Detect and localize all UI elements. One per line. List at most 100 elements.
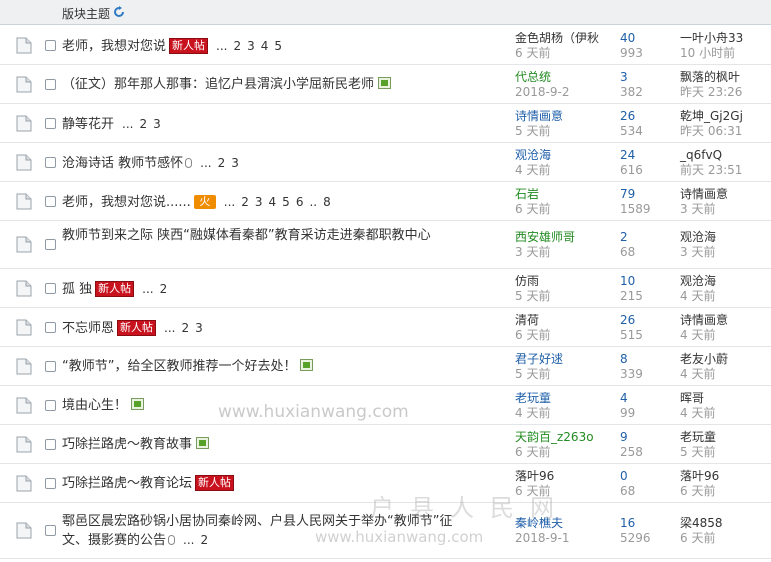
pagination-page-link[interactable]: 5: [282, 195, 290, 209]
refresh-icon[interactable]: [113, 6, 125, 18]
thread-reply-count[interactable]: 4: [620, 392, 628, 405]
pagination-page-link[interactable]: 2: [241, 195, 249, 209]
thread-author[interactable]: 石岩: [515, 188, 605, 201]
thread-checkbox[interactable]: [45, 478, 56, 489]
thread-checkbox[interactable]: [45, 400, 56, 411]
pagination-page-link[interactable]: 8: [323, 195, 331, 209]
thread-title-link[interactable]: 教师节到来之际 陕西“融媒体看秦都”教育采访走进秦都职教中心: [62, 228, 431, 243]
thread-title-link[interactable]: 沧海诗话 教师节感怀: [62, 156, 183, 171]
thread-last-poster[interactable]: 观沧海: [680, 275, 716, 288]
thread-last-post-time[interactable]: 4 天前: [680, 368, 715, 381]
thread-checkbox[interactable]: [45, 439, 56, 450]
thread-checkbox[interactable]: [45, 118, 56, 129]
thread-last-post-time[interactable]: 昨天 06:31: [680, 125, 742, 138]
thread-reply-count[interactable]: 26: [620, 110, 635, 123]
thread-row[interactable]: 静等花开... 2 3 诗情画意 5 天前 26 534 乾坤_Gj2Gj 昨天 06:31: [0, 104, 771, 143]
pagination-page-link[interactable]: 2: [218, 156, 226, 170]
thread-author[interactable]: 秦岭樵夫: [515, 517, 605, 530]
thread-title-link[interactable]: （征文）那年那人那事：追忆户县渭滨小学屈新民老师: [62, 77, 374, 92]
thread-last-poster[interactable]: 晖哥: [680, 392, 704, 405]
pagination-page-link[interactable]: 3: [231, 156, 239, 170]
thread-last-post-time[interactable]: 6 天前: [680, 485, 715, 498]
pagination-page-link[interactable]: 2: [139, 117, 147, 131]
thread-reply-count[interactable]: 26: [620, 314, 635, 327]
thread-author[interactable]: 观沧海: [515, 149, 605, 162]
thread-last-post-time[interactable]: 10 小时前: [680, 47, 735, 60]
thread-row[interactable]: 孤 独新人帖... 2 仿雨 5 天前 10 215 观沧海 4 天前: [0, 269, 771, 308]
thread-title-link[interactable]: 老师，我想对您说: [62, 39, 166, 54]
thread-reply-count[interactable]: 24: [620, 149, 635, 162]
thread-author[interactable]: 老玩童: [515, 392, 605, 405]
pagination-page-link[interactable]: 4: [269, 195, 277, 209]
thread-author[interactable]: 清荷: [515, 314, 605, 327]
thread-last-poster[interactable]: 老友小蔚: [680, 353, 728, 366]
thread-author[interactable]: 落叶96: [515, 470, 605, 483]
thread-author[interactable]: 诗情画意: [515, 110, 605, 123]
thread-last-post-time[interactable]: 4 天前: [680, 290, 715, 303]
thread-last-post-time[interactable]: 6 天前: [680, 532, 715, 545]
thread-author[interactable]: 天韵百_z263o: [515, 431, 605, 444]
thread-title-link[interactable]: 鄠邑区晨宏路砂锅小居协同秦岭网、户县人民网关于举办“教师节”征文、摄影赛的公告: [62, 514, 452, 548]
thread-reply-count[interactable]: 8: [620, 353, 628, 366]
thread-reply-count[interactable]: 9: [620, 431, 628, 444]
pagination-page-link[interactable]: 3: [247, 39, 255, 53]
thread-row[interactable]: 巧除拦路虎～教育论坛 新人帖 落叶96 6 天前 0 68 落叶96 6 天前: [0, 464, 771, 503]
thread-title-link[interactable]: 巧除拦路虎～教育故事: [62, 437, 192, 452]
thread-last-post-time[interactable]: 4 天前: [680, 407, 715, 420]
pagination-page-link[interactable]: 2: [160, 282, 168, 296]
thread-last-post-time[interactable]: 3 天前: [680, 203, 715, 216]
thread-checkbox[interactable]: [45, 525, 56, 536]
thread-row[interactable]: （征文）那年那人那事：追忆户县渭滨小学屈新民老师 代总统 2018-9-2 3 382 飘…: [0, 65, 771, 104]
thread-last-poster[interactable]: 诗情画意: [680, 188, 728, 201]
thread-last-post-time[interactable]: 5 天前: [680, 446, 715, 459]
thread-row[interactable]: 教师节到来之际 陕西“融媒体看秦都”教育采访走进秦都职教中心 西安雄师哥 3 天前 2…: [0, 221, 771, 269]
thread-last-poster[interactable]: 诗情画意: [680, 314, 728, 327]
thread-last-poster[interactable]: 飘落的枫叶: [680, 71, 740, 84]
thread-checkbox[interactable]: [45, 79, 56, 90]
pagination-page-link[interactable]: 5: [274, 39, 282, 53]
thread-reply-count[interactable]: 79: [620, 188, 635, 201]
thread-checkbox[interactable]: [45, 283, 56, 294]
pagination-page-link[interactable]: 2: [200, 533, 208, 547]
pagination-page-link[interactable]: 4: [261, 39, 269, 53]
thread-reply-count[interactable]: 40: [620, 32, 635, 45]
thread-last-poster[interactable]: 老玩童: [680, 431, 716, 444]
thread-checkbox[interactable]: [45, 196, 56, 207]
thread-last-post-time[interactable]: 昨天 23:26: [680, 86, 742, 99]
thread-author[interactable]: 君子好逑: [515, 353, 605, 366]
thread-title-link[interactable]: 境由心生！: [62, 398, 127, 413]
thread-last-poster[interactable]: 梁4858: [680, 517, 723, 530]
thread-row[interactable]: 鄠邑区晨宏路砂锅小居协同秦岭网、户县人民网关于举办“教师节”征文、摄影赛的公告.…: [0, 503, 771, 559]
thread-row[interactable]: 巧除拦路虎～教育故事 天韵百_z263o 6 天前 9 258 老玩童 5 天前: [0, 425, 771, 464]
thread-row[interactable]: 不忘师恩 新人帖... 2 3 清荷 6 天前 26 515 诗情画意 4 天前: [0, 308, 771, 347]
thread-last-poster[interactable]: 观沧海: [680, 231, 716, 244]
thread-title-link[interactable]: 巧除拦路虎～教育论坛: [62, 476, 192, 491]
thread-title-link[interactable]: 不忘师恩: [62, 321, 114, 336]
thread-reply-count[interactable]: 3: [620, 71, 628, 84]
thread-reply-count[interactable]: 2: [620, 231, 628, 244]
thread-checkbox[interactable]: [45, 40, 56, 51]
pagination-page-link[interactable]: 3: [153, 117, 161, 131]
thread-last-post-time[interactable]: 前天 23:51: [680, 164, 742, 177]
thread-author[interactable]: 西安雄师哥: [515, 231, 605, 244]
pagination-page-link[interactable]: 3: [255, 195, 263, 209]
thread-reply-count[interactable]: 10: [620, 275, 635, 288]
thread-title-link[interactable]: 老师，我想对您说......: [62, 195, 191, 210]
thread-checkbox[interactable]: [45, 157, 56, 168]
pagination-page-link[interactable]: 6: [296, 195, 304, 209]
thread-last-poster[interactable]: 一叶小舟33: [680, 32, 743, 45]
thread-checkbox[interactable]: [45, 239, 56, 250]
thread-reply-count[interactable]: 16: [620, 517, 635, 530]
thread-last-poster[interactable]: _q6fvQ: [680, 149, 722, 162]
thread-author[interactable]: 仿雨: [515, 275, 605, 288]
pagination-page-link[interactable]: 2: [233, 39, 241, 53]
thread-author[interactable]: 代总统: [515, 71, 605, 84]
thread-row[interactable]: 老师，我想对您说 新人帖... 2 3 4 5 金色胡杨（伊秋 6 天前 40 993 一叶小舟33…: [0, 26, 771, 65]
thread-last-poster[interactable]: 落叶96: [680, 470, 719, 483]
thread-row[interactable]: 境由心生！ 老玩童 4 天前 4 99 晖哥 4 天前: [0, 386, 771, 425]
thread-last-post-time[interactable]: 3 天前: [680, 246, 715, 259]
thread-title-link[interactable]: “教师节”，给全区教师推荐一个好去处！: [62, 359, 296, 374]
thread-checkbox[interactable]: [45, 361, 56, 372]
thread-title-link[interactable]: 静等花开: [62, 117, 114, 132]
thread-row[interactable]: 老师，我想对您说...... 火... 2 3 4 5 6.. 8 石岩 6 天前 79 1589 诗情…: [0, 182, 771, 221]
